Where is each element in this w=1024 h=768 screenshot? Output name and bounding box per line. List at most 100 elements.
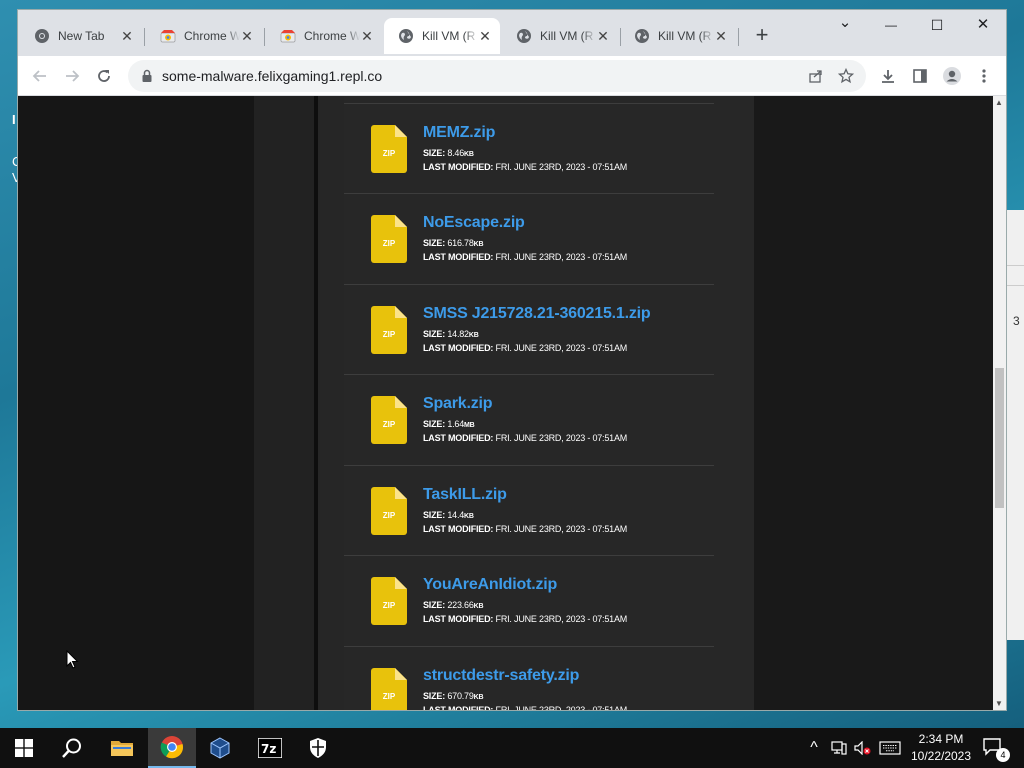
tab-search-button[interactable]: ⌄ <box>822 10 868 38</box>
tab-new-tab[interactable]: New Tab ✕ <box>20 20 142 52</box>
page-left-panel <box>18 96 254 710</box>
page-gutter <box>318 96 344 710</box>
minimize-button[interactable]: — <box>868 10 914 40</box>
mouse-cursor-icon <box>66 650 79 669</box>
forward-button[interactable] <box>58 62 86 90</box>
start-button[interactable] <box>0 728 48 768</box>
size-value: 223.66 <box>447 600 474 610</box>
zip-file-icon[interactable]: ZIP <box>371 124 407 173</box>
bookmark-star-icon[interactable] <box>838 68 854 84</box>
close-icon[interactable]: ✕ <box>478 28 492 45</box>
windows-logo-icon <box>15 739 33 757</box>
tab-kill-vm-active[interactable]: Kill VM (R ✕ <box>384 18 500 54</box>
more-vert-icon <box>982 69 986 83</box>
tab-strip: New Tab ✕ Chrome Web Store ✕ Chrome Web … <box>18 10 1006 56</box>
modified-value: FRI. JUNE 23RD, 2023 - 07:51AM <box>495 704 628 711</box>
7zip-button[interactable]: 7z <box>246 728 294 768</box>
file-download-link[interactable]: Spark.zip <box>423 395 493 413</box>
tab-chrome-web-store[interactable]: Chrome Web Store ✕ <box>266 20 382 52</box>
tab-chrome-web-store[interactable]: Chrome Web Store ✕ <box>146 20 262 52</box>
keyboard-button[interactable] <box>876 728 904 768</box>
file-download-link[interactable]: NoEscape.zip <box>423 214 525 232</box>
zip-file-icon[interactable]: ZIP <box>371 215 407 263</box>
size-value: 670.79 <box>447 690 474 701</box>
zip-file-icon[interactable]: ZIP <box>371 667 407 711</box>
network-button[interactable] <box>828 728 850 768</box>
tab-title: Chrome Web Store <box>304 29 360 43</box>
size-unit: KB <box>464 150 474 158</box>
tab-separator <box>264 28 265 46</box>
background-window[interactable]: 3 <box>1006 210 1024 640</box>
size-label: SIZE: <box>423 147 446 158</box>
vertical-scrollbar[interactable]: ▲ ▼ <box>993 96 1006 710</box>
modified-label: LAST MODIFIED: <box>423 433 494 443</box>
globe-icon <box>399 29 413 43</box>
size-value: 616.78 <box>447 238 474 248</box>
system-clock[interactable]: 2:34 PM 10/22/2023 <box>906 731 976 765</box>
tab-separator <box>738 28 739 46</box>
zip-icon-label: ZIP <box>383 601 396 610</box>
scroll-down-icon[interactable]: ▼ <box>995 699 1003 708</box>
file-download-link[interactable]: TaskILL.zip <box>423 486 507 504</box>
scroll-up-icon[interactable]: ▲ <box>995 98 1003 107</box>
size-value: 1.64 <box>447 419 465 429</box>
background-window-text: 3 <box>1013 314 1020 328</box>
zip-file-icon[interactable]: ZIP <box>371 396 407 444</box>
close-icon[interactable]: ✕ <box>596 28 610 45</box>
file-size: SIZE: 616.78KB <box>423 238 484 248</box>
taskbar: 7z ^ 2:34 PM 10/22/2023 4 <box>0 728 1024 768</box>
modified-label: LAST MODIFIED: <box>423 704 494 711</box>
downloads-button[interactable] <box>874 62 902 90</box>
size-unit: KB <box>473 693 484 701</box>
chrome-taskbar-button[interactable] <box>148 728 196 768</box>
file-explorer-button[interactable] <box>98 728 146 768</box>
tray-overflow-button[interactable]: ^ <box>804 728 824 768</box>
chrome-icon <box>160 736 184 759</box>
volume-button[interactable] <box>852 728 874 768</box>
reload-button[interactable] <box>90 62 118 90</box>
window-close-button[interactable]: ✕ <box>960 10 1006 40</box>
file-size: SIZE: 670.79KB <box>423 690 484 701</box>
back-button[interactable] <box>26 62 54 90</box>
file-download-link[interactable]: structdestr-safety.zip <box>423 667 579 685</box>
profile-button[interactable] <box>938 62 966 90</box>
close-icon[interactable]: ✕ <box>714 28 728 45</box>
tab-kill-vm[interactable]: Kill VM (R ✕ <box>620 20 736 52</box>
modified-value: FRI. JUNE 23RD, 2023 - 07:51AM <box>495 161 628 172</box>
size-unit: KB <box>468 331 479 339</box>
tab-kill-vm[interactable]: Kill VM (R ✕ <box>502 20 618 52</box>
windows-security-button[interactable] <box>294 728 342 768</box>
close-icon[interactable]: ✕ <box>120 28 134 45</box>
menu-button[interactable] <box>970 62 998 90</box>
lock-icon[interactable] <box>140 69 154 83</box>
action-center-button[interactable]: 4 <box>982 736 1010 762</box>
zip-file-icon[interactable]: ZIP <box>371 305 407 354</box>
search-button[interactable] <box>48 728 96 768</box>
scrollbar-thumb[interactable] <box>995 368 1004 508</box>
file-download-link[interactable]: YouAreAnIdiot.zip <box>423 576 557 594</box>
side-panel-button[interactable] <box>906 62 934 90</box>
close-icon[interactable]: ✕ <box>360 28 374 45</box>
zip-file-icon[interactable]: ZIP <box>371 577 407 625</box>
size-label: SIZE: <box>423 238 446 248</box>
tab-title: Kill VM (R <box>540 29 594 43</box>
size-label: SIZE: <box>423 419 446 429</box>
page-content: ZIP MEMZ.zip SIZE: 8.46KB LAST MODIFIED: FR… <box>18 96 993 710</box>
virtualbox-button[interactable] <box>196 728 244 768</box>
zip-icon-label: ZIP <box>383 239 396 248</box>
size-label: SIZE: <box>423 509 446 520</box>
size-label: SIZE: <box>423 328 446 339</box>
file-download-link[interactable]: SMSS J215728.21-360215.1.zip <box>423 305 651 323</box>
new-tab-button[interactable]: + <box>748 22 776 50</box>
maximize-button[interactable]: ☐ <box>914 10 960 40</box>
close-icon[interactable]: ✕ <box>240 28 254 45</box>
network-icon <box>831 741 847 755</box>
share-icon[interactable] <box>808 68 824 84</box>
file-download-link[interactable]: MEMZ.zip <box>423 124 495 142</box>
side-panel-icon <box>913 69 927 83</box>
zip-file-icon[interactable]: ZIP <box>371 486 407 535</box>
zip-icon-label: ZIP <box>383 692 396 701</box>
address-bar[interactable]: some-malware.felixgaming1.repl.co <box>128 60 866 92</box>
url-text[interactable]: some-malware.felixgaming1.repl.co <box>162 68 382 84</box>
modified-label: LAST MODIFIED: <box>423 252 494 262</box>
